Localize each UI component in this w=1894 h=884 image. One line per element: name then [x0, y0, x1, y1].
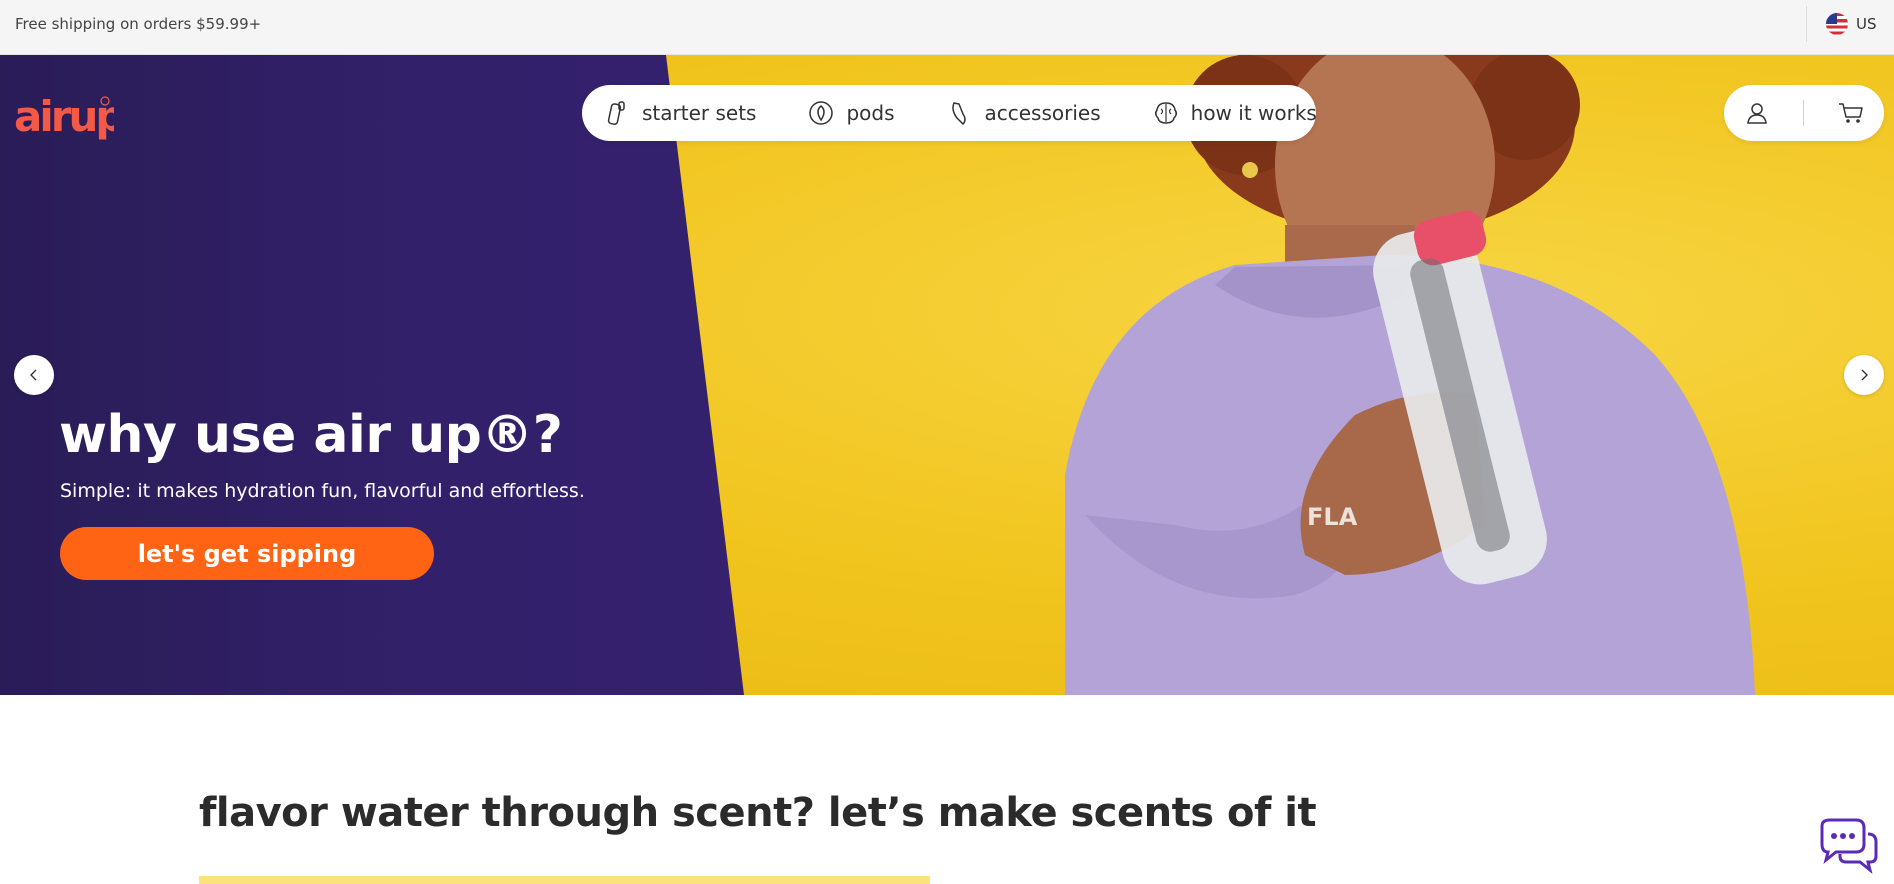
carousel-next-button[interactable]: [1844, 355, 1884, 395]
nav-starter-sets[interactable]: starter sets: [604, 85, 756, 141]
free-shipping-text: Free shipping on orders $59.99+: [15, 15, 262, 33]
hero-purple-panel: [0, 55, 744, 695]
nav-label: how it works: [1190, 101, 1317, 125]
hero-subtitle: Simple: it makes hydration fun, flavorfu…: [60, 480, 585, 502]
account-divider: [1803, 100, 1805, 126]
pod-icon: [808, 100, 834, 126]
hero-title: why use air up®?: [59, 405, 563, 465]
chevron-left-icon: [30, 369, 37, 381]
bottle-icon: [604, 100, 630, 126]
nav-label: accessories: [984, 101, 1101, 125]
hero-image: FLA: [1065, 55, 1755, 695]
carousel-prev-button[interactable]: [14, 355, 54, 395]
nav-how-it-works[interactable]: how it works: [1153, 85, 1317, 141]
nav-label: pods: [846, 101, 895, 125]
user-icon: [1747, 103, 1768, 124]
airup-logo[interactable]: airup: [14, 91, 114, 147]
cart-icon: [1838, 103, 1863, 123]
section-title: flavor water through scent? let’s make s…: [199, 790, 1317, 836]
account-button[interactable]: [1737, 93, 1777, 133]
account-cart-group: [1724, 85, 1884, 141]
cart-button[interactable]: [1831, 93, 1871, 133]
us-flag-icon: [1826, 13, 1848, 35]
main-nav: starter sets pods accessories how it wor…: [582, 85, 1317, 141]
nav-pods[interactable]: pods: [808, 85, 895, 141]
lets-get-sipping-button[interactable]: let's get sipping: [60, 527, 434, 580]
announcement-bar: Free shipping on orders $59.99+ US: [0, 0, 1894, 55]
region-code: US: [1856, 15, 1877, 33]
svg-text:FLA: FLA: [1307, 503, 1358, 531]
nav-accessories[interactable]: accessories: [947, 85, 1101, 141]
chat-bubbles-icon[interactable]: [1816, 818, 1880, 874]
region-selector[interactable]: US: [1826, 12, 1877, 36]
section-highlight-bar: [199, 876, 930, 884]
topbar-divider: [1806, 6, 1807, 42]
chevron-right-icon: [1861, 369, 1868, 381]
logo-text: airup: [14, 92, 114, 141]
brain-icon: [1153, 100, 1179, 126]
strap-icon: [947, 100, 973, 126]
nav-label: starter sets: [642, 101, 757, 125]
hero-banner: FLA airup starter sets pods accessories: [0, 55, 1894, 695]
